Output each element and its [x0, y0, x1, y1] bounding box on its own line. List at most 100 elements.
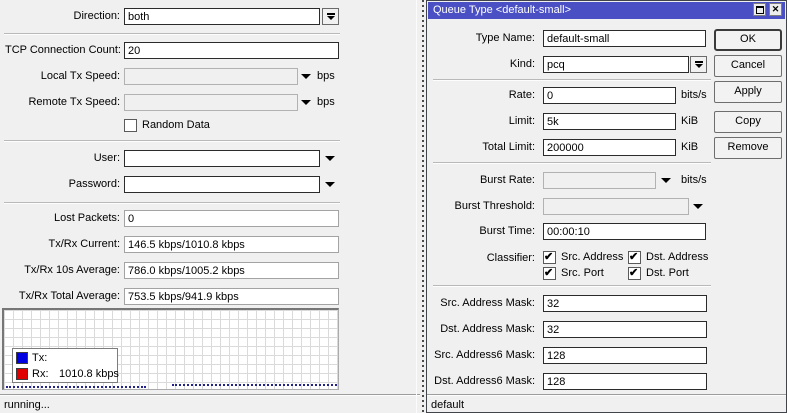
classifier-dst-address-checkbox[interactable]	[628, 250, 641, 264]
classifier-src-address-label: Src. Address	[561, 251, 624, 263]
remote-tx-speed-label: Remote Tx Speed:	[28, 96, 120, 108]
burst-threshold-input	[543, 198, 689, 215]
remove-button[interactable]: Remove	[714, 137, 782, 159]
ok-button[interactable]: OK	[714, 29, 782, 51]
separator	[433, 162, 711, 164]
total-limit-label: Total Limit:	[482, 141, 535, 153]
dst-address-mask-label: Dst. Address Mask:	[440, 323, 535, 335]
limit-unit: KiB	[681, 115, 699, 127]
local-tx-speed-dropdown-icon[interactable]	[301, 74, 311, 79]
limit-label: Limit:	[508, 115, 535, 127]
kind-dropdown-button[interactable]	[690, 56, 707, 73]
burst-time-input[interactable]	[543, 223, 706, 240]
total-limit-input[interactable]	[543, 139, 676, 156]
dropdown-bar-icon	[694, 61, 703, 63]
src-address6-mask-label: Src. Address6 Mask:	[434, 349, 535, 361]
chevron-down-icon	[694, 64, 703, 68]
txrx-10s-average-label: Tx/Rx 10s Average:	[24, 264, 120, 276]
legend-tx-label: Tx:	[32, 352, 48, 364]
dst-address-mask-input[interactable]	[543, 321, 707, 338]
txrx-current-label: Tx/Rx Current:	[48, 238, 120, 250]
type-name-input[interactable]	[543, 30, 706, 47]
kind-label: Kind:	[509, 58, 535, 70]
src-address-mask-label: Src. Address Mask:	[440, 297, 535, 309]
local-tx-speed-unit: bps	[317, 70, 335, 82]
password-label: Password:	[68, 178, 120, 190]
user-input[interactable]	[124, 150, 320, 167]
rate-unit: bits/s	[681, 89, 707, 101]
password-dropdown-icon[interactable]	[325, 182, 335, 187]
tx-color-swatch	[16, 352, 28, 364]
direction-input[interactable]	[124, 8, 320, 25]
rx-color-swatch	[16, 368, 28, 380]
user-label: User:	[93, 152, 120, 164]
src-address-mask-input[interactable]	[543, 295, 707, 312]
bandwidth-graph: Tx: Rx: 1010.8 kbps	[2, 308, 339, 390]
classifier-src-port-checkbox[interactable]	[543, 266, 556, 280]
legend-rx-value: 1010.8 kbps	[59, 368, 119, 380]
direction-dropdown-button[interactable]	[322, 8, 339, 25]
remote-tx-speed-input	[124, 94, 298, 111]
dst-address6-mask-label: Dst. Address6 Mask:	[434, 375, 535, 387]
txrx-current-value	[124, 236, 339, 253]
panel-divider-dashes	[422, 0, 424, 413]
queue-type-dialog: Queue Type <default-small> ✕ Type Name: …	[426, 0, 787, 413]
burst-time-label: Burst Time:	[479, 225, 535, 237]
separator	[4, 202, 340, 204]
legend-rx-label: Rx:	[32, 368, 49, 380]
local-tx-speed-label: Local Tx Speed:	[40, 70, 120, 82]
tcp-connection-count-label: TCP Connection Count:	[5, 44, 121, 56]
statusbar-separator	[427, 394, 786, 396]
dialog-titlebar[interactable]: Queue Type <default-small>	[428, 2, 785, 19]
burst-threshold-label: Burst Threshold:	[454, 200, 535, 212]
tcp-connection-count-input[interactable]	[124, 42, 339, 59]
classifier-src-port-label: Src. Port	[561, 267, 604, 279]
separator	[433, 285, 711, 287]
bandwidth-test-panel: Direction: TCP Connection Count: Local T…	[0, 0, 420, 413]
txrx-total-average-label: Tx/Rx Total Average:	[18, 290, 120, 302]
graph-data-line	[172, 384, 337, 386]
graph-data-line	[6, 386, 146, 388]
lost-packets-value	[124, 210, 339, 227]
dropdown-bar-icon	[326, 13, 335, 15]
maximize-icon	[756, 6, 764, 14]
classifier-label: Classifier:	[486, 252, 535, 264]
remote-tx-speed-dropdown-icon[interactable]	[301, 100, 311, 105]
kind-input[interactable]	[543, 56, 689, 73]
limit-input[interactable]	[543, 113, 676, 130]
classifier-dst-port-checkbox[interactable]	[628, 266, 641, 280]
burst-rate-label: Burst Rate:	[479, 174, 535, 186]
type-name-label: Type Name:	[475, 32, 535, 44]
statusbar-separator	[0, 394, 420, 396]
separator	[4, 140, 340, 142]
burst-rate-dropdown-icon[interactable]	[661, 178, 671, 183]
classifier-src-address-checkbox[interactable]	[543, 250, 556, 264]
maximize-button[interactable]	[753, 3, 766, 16]
graph-legend: Tx: Rx: 1010.8 kbps	[12, 348, 119, 383]
rate-input[interactable]	[543, 87, 676, 104]
dialog-status-text: default	[431, 399, 465, 411]
panel-divider-highlight	[416, 0, 417, 413]
apply-button[interactable]: Apply	[714, 81, 782, 103]
copy-button[interactable]: Copy	[714, 111, 782, 133]
password-input[interactable]	[124, 176, 320, 193]
burst-rate-input	[543, 172, 656, 189]
txrx-10s-average-value	[124, 262, 339, 279]
classifier-dst-port-label: Dst. Port	[646, 267, 689, 279]
random-data-checkbox[interactable]	[124, 119, 137, 132]
remote-tx-speed-unit: bps	[317, 96, 335, 108]
cancel-button[interactable]: Cancel	[714, 55, 782, 77]
user-dropdown-icon[interactable]	[325, 156, 335, 161]
direction-label: Direction:	[73, 10, 120, 22]
local-tx-speed-input	[124, 68, 298, 85]
lost-packets-label: Lost Packets:	[53, 212, 120, 224]
chevron-down-icon	[326, 16, 335, 20]
random-data-label: Random Data	[142, 119, 210, 131]
dst-address6-mask-input[interactable]	[543, 373, 707, 390]
close-button[interactable]: ✕	[769, 3, 782, 16]
left-status-text: running...	[4, 399, 50, 411]
dialog-title: Queue Type <default-small>	[433, 4, 571, 16]
src-address6-mask-input[interactable]	[543, 347, 707, 364]
burst-threshold-dropdown-icon[interactable]	[693, 204, 703, 209]
separator	[4, 33, 340, 35]
